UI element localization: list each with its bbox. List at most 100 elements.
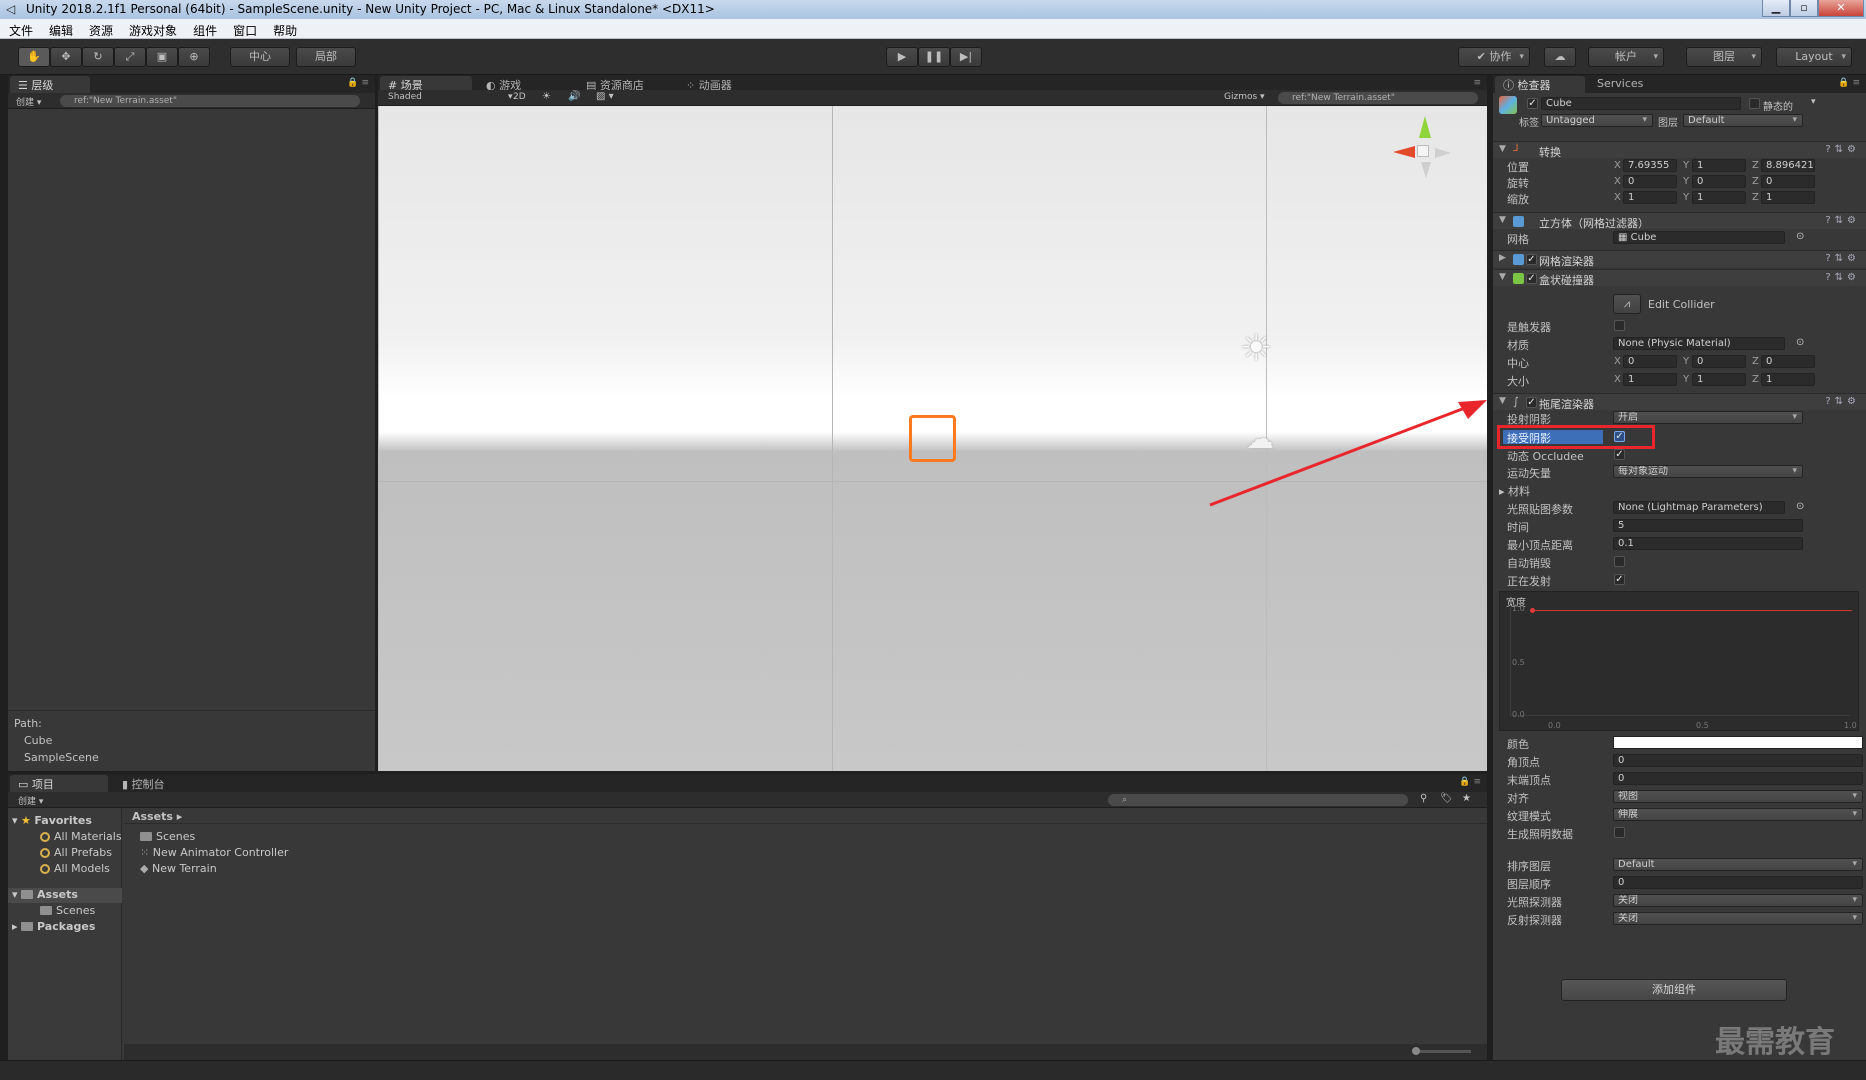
object-name-field[interactable]: Cube [1541,97,1741,110]
menu-assets[interactable]: 资源 [80,19,120,39]
component-help-settings-icon[interactable]: ?⇅⚙ [1825,253,1860,264]
lightmap-params-field[interactable]: None (Lightmap Parameters) [1613,501,1785,514]
asset-item-scenes[interactable]: Scenes [140,830,195,843]
time-field[interactable]: 5 [1613,519,1803,532]
rotation-x[interactable]: 0 [1623,175,1677,188]
scene-viewport[interactable]: ☀ ☁ [378,106,1487,771]
filter-type-icon[interactable]: ⚲ [1420,793,1427,804]
hierarchy-search-input[interactable]: ref:"New Terrain.asset" [60,95,360,107]
scene-panel-menu-icon[interactable]: ≡ [1473,78,1481,88]
tree-packages[interactable]: ▸ Packages [12,920,95,933]
end-cap-vertices-field[interactable]: 0 [1613,772,1863,785]
pause-button[interactable]: ❚❚ [918,47,950,67]
pivot-local-toggle[interactable]: 局部 [296,47,356,67]
object-active-checkbox[interactable]: ✓ [1527,98,1538,109]
gizmos-dropdown[interactable]: Gizmos ▾ [1224,92,1265,102]
mode-2d-toggle[interactable]: 2D [513,92,526,102]
width-curve-editor[interactable]: 宽度 1.0 0.5 0.0 0.0 0.5 1.0 [1499,591,1859,731]
tab-console[interactable]: ▮ 控制台 [114,775,204,792]
asset-item-animator[interactable]: ⁙ New Animator Controller [140,846,288,859]
light-probes-dropdown[interactable]: 关闭 [1613,894,1863,907]
texture-mode-dropdown[interactable]: 伸展 [1613,808,1863,821]
trail-enabled-checkbox[interactable]: ✓ [1526,397,1537,408]
pivot-center-toggle[interactable]: 中心 [230,47,290,67]
lighting-icon[interactable]: ☀ [542,91,551,102]
lighting-data-checkbox[interactable] [1614,827,1625,838]
component-help-settings-icon[interactable]: ?⇅⚙ [1825,144,1860,155]
rotation-z[interactable]: 0 [1761,175,1815,188]
path-item-cube[interactable]: Cube [24,734,52,747]
component-help-settings-icon[interactable]: ?⇅⚙ [1825,396,1860,407]
tree-favorites[interactable]: ▾ ★ Favorites [12,814,92,827]
play-button[interactable]: ▶ [886,47,918,67]
boxcollider-enabled-checkbox[interactable]: ✓ [1526,273,1537,284]
rotate-tool-button[interactable]: ↻ [82,47,114,67]
autodestruct-checkbox[interactable] [1614,556,1625,567]
layout-dropdown[interactable]: Layout [1776,47,1852,67]
rotation-y[interactable]: 0 [1692,175,1746,188]
trail-header[interactable]: ▼ ∫ ✓ 拖尾渲染器 ?⇅⚙ [1493,393,1866,411]
static-dropdown-arrow[interactable]: ▾ [1811,97,1816,107]
asset-item-terrain[interactable]: ◆ New Terrain [140,862,217,875]
meshfilter-header[interactable]: ▼ 立方体（网格过滤器） ?⇅⚙ [1493,212,1866,230]
icon-size-slider-handle[interactable] [1412,1047,1420,1055]
path-item-scene[interactable]: SampleScene [24,751,99,764]
receive-shadows-checkbox[interactable]: ✓ [1614,431,1625,442]
tab-project[interactable]: ▭ 项目 [10,775,108,792]
hierarchy-create-button[interactable]: 创建 ▾ [16,95,41,108]
tree-scenes[interactable]: Scenes [40,904,95,917]
minimize-button[interactable]: ▁ [1762,0,1790,17]
edit-collider-button[interactable]: ⩘ [1613,294,1641,314]
center-z[interactable]: 0 [1761,355,1815,368]
cloud-button[interactable]: ☁ [1544,47,1576,67]
hand-tool-button[interactable]: ✋ [18,47,50,67]
tree-all-models[interactable]: All Models [40,862,110,875]
tab-hierarchy[interactable]: ☰ 层级 [10,76,90,93]
project-panel-menu-icon[interactable]: 🔒 ≡ [1459,777,1481,787]
shading-dropdown-arrow[interactable]: ▾ [508,92,513,102]
tree-assets[interactable]: ▾ Assets [8,888,122,903]
maximize-button[interactable]: ▫ [1790,0,1818,17]
menu-gameobject[interactable]: 游戏对象 [120,19,184,39]
scale-tool-button[interactable]: ⤢ [114,47,146,67]
object-picker-icon[interactable]: ⊙ [1796,501,1804,512]
project-create-button[interactable]: 创建 ▾ [18,794,43,807]
min-vertex-field[interactable]: 0.1 [1613,537,1803,550]
sorting-layer-dropdown[interactable]: Default [1613,858,1863,871]
size-y[interactable]: 1 [1692,373,1746,386]
emitting-checkbox[interactable]: ✓ [1614,574,1625,585]
static-checkbox[interactable] [1749,98,1760,109]
meshrenderer-header[interactable]: ▶ ✓ 网格渲染器 ?⇅⚙ [1493,250,1866,268]
cast-shadows-dropdown[interactable]: 开启 [1613,411,1803,424]
reflection-probes-dropdown[interactable]: 关闭 [1613,912,1863,925]
motion-vectors-dropdown[interactable]: 每对象运动 [1613,465,1803,478]
trigger-checkbox[interactable] [1614,320,1625,331]
rect-tool-button[interactable]: ▣ [146,47,178,67]
tree-all-materials[interactable]: All Materials [40,830,122,843]
scale-z[interactable]: 1 [1761,191,1815,204]
audio-icon[interactable]: 🔊 [568,91,580,102]
effects-icon[interactable]: ▨ ▾ [596,91,614,102]
size-x[interactable]: 1 [1623,373,1677,386]
favorite-star-icon[interactable]: ★ [1462,793,1471,804]
tab-inspector[interactable]: ⓘ 检查器 [1495,76,1585,93]
icon-size-slider[interactable] [1416,1050,1471,1053]
size-z[interactable]: 1 [1761,373,1815,386]
position-x[interactable]: 7.69355 [1623,159,1677,172]
center-y[interactable]: 0 [1692,355,1746,368]
shading-dropdown[interactable]: Shaded [388,92,422,102]
step-button[interactable]: ▶| [950,47,982,67]
menu-component[interactable]: 组件 [184,19,224,39]
tree-all-prefabs[interactable]: All Prefabs [40,846,112,859]
account-dropdown[interactable]: 帐户 [1588,47,1664,67]
alignment-dropdown[interactable]: 视图 [1613,790,1863,803]
tab-services[interactable]: Services [1589,76,1669,93]
mesh-field[interactable]: ▦ Cube [1613,231,1785,244]
component-help-settings-icon[interactable]: ?⇅⚙ [1825,215,1860,226]
transform-header[interactable]: ▼ ⅃ 转换 ?⇅⚙ [1493,141,1866,159]
move-tool-button[interactable]: ✥ [50,47,82,67]
menu-window[interactable]: 窗口 [224,19,264,39]
object-picker-icon[interactable]: ⊙ [1796,337,1804,348]
boxcollider-header[interactable]: ▼ ✓ 盒状碰撞器 ?⇅⚙ [1493,269,1866,287]
inspector-menu-icon[interactable]: 🔒 ≡ [1838,78,1860,88]
